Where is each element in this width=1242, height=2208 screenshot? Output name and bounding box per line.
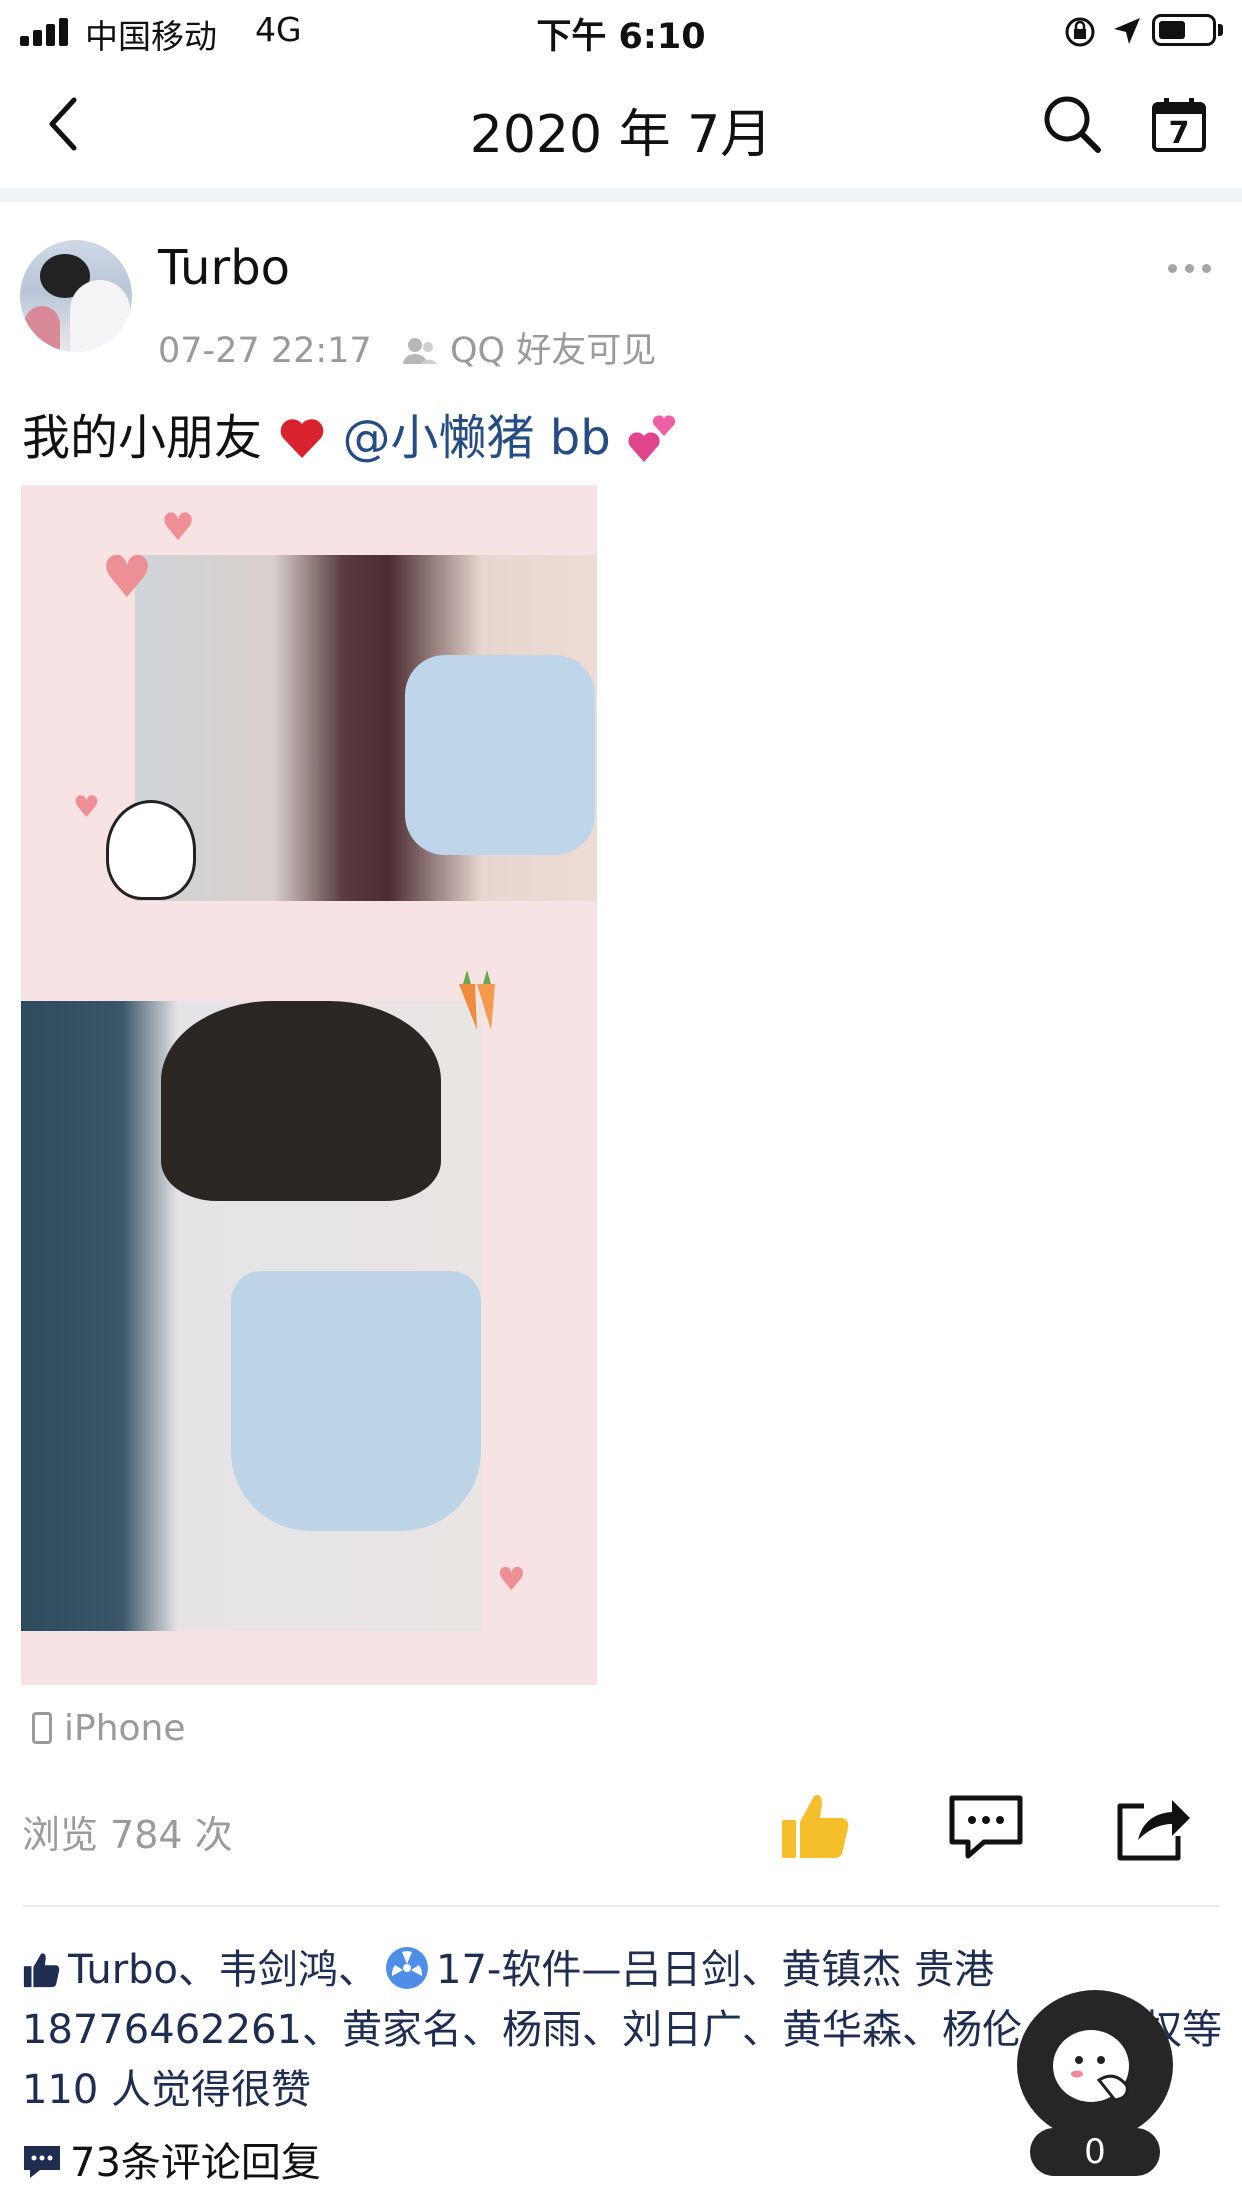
post-timestamp: 07-27 22:17 [158,331,372,371]
heart-sticker-icon: ♥ [161,505,196,549]
comment-count[interactable]: 73条评论回复 [70,2140,321,2186]
friends-visibility-icon [402,338,437,364]
heart-sticker-icon: ♥ [497,1560,526,1598]
more-options-icon[interactable] [1168,264,1212,274]
section-divider [0,188,1242,202]
heart-sticker-icon: ♥ [101,543,153,611]
ghost-mascot-icon [1053,2030,1129,2102]
bunny-sticker-icon [106,800,196,900]
status-bar: 中国移动 4G 下午 6:10 [0,0,1242,62]
thumbs-up-icon [23,1953,60,1988]
post-photo[interactable]: ♥ ♥ ♥ ♥ [21,485,597,1685]
post-text: 我的小朋友 [22,410,263,466]
post-content: 我的小朋友 @小懒猪 bb [22,398,678,468]
nav-bar: 2020 年 7月 7 [0,62,1242,188]
heart-sticker-icon: ♥ [73,790,100,825]
device-label: iPhone [64,1708,186,1749]
floating-count-badge: 0 [1030,2128,1160,2176]
floating-buddy-button[interactable] [1017,1990,1173,2140]
calendar-icon[interactable]: 7 [1150,96,1208,154]
mention-link[interactable]: @小懒猪 bb [343,410,611,466]
location-arrow-icon [1114,18,1140,44]
view-count: 浏览 784 次 [22,1813,233,1857]
comment-icon[interactable] [946,1786,1026,1866]
battery-tip [1218,24,1223,36]
likers-list[interactable]: Turbo、韦剑鸿、 [68,1947,378,1993]
visibility-label: QQ 好友可见 [449,331,657,371]
comment-bubble-icon [24,2146,60,2178]
comments-summary[interactable]: 73条评论回复 [22,2130,321,2188]
radiation-badge-icon [386,1947,429,1989]
photo-girl-selfie [135,555,597,901]
status-time: 下午 6:10 [536,17,706,57]
like-icon[interactable] [776,1786,856,1866]
post-meta: 07-27 22:17 QQ 好友可见 [158,322,656,373]
phone-icon [32,1712,52,1744]
battery-icon [1152,14,1216,46]
red-heart-icon [280,419,324,458]
search-icon[interactable] [1040,92,1104,156]
author-name[interactable]: Turbo [158,240,290,296]
divider [22,1905,1220,1907]
two-hearts-icon [628,415,676,462]
calendar-day: 7 [1168,116,1190,151]
carrot-sticker-icon [459,970,495,1030]
avatar[interactable] [20,240,132,352]
share-icon[interactable] [1114,1786,1194,1866]
rotation-lock-icon [1065,17,1095,47]
photo-boy-selfie [21,1001,481,1631]
